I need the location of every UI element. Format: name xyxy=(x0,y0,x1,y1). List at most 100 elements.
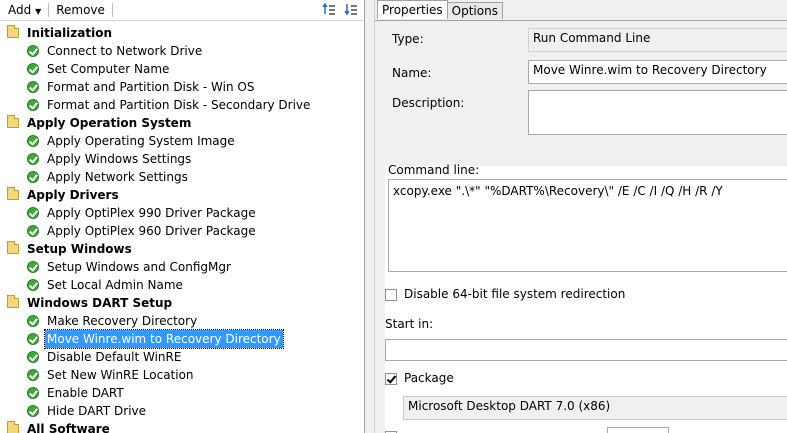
check-icon xyxy=(26,206,40,220)
tree-step-label: Apply Network Settings xyxy=(47,170,188,184)
type-value: Run Command Line xyxy=(528,28,787,52)
tree-step[interactable]: Set New WinRE Location xyxy=(0,366,364,384)
folder-icon xyxy=(6,421,20,433)
toolbar-separator xyxy=(111,3,113,17)
check-icon xyxy=(26,368,40,382)
move-up-icon[interactable] xyxy=(322,2,336,16)
disable-64bit-label: Disable 64-bit file system redirection xyxy=(404,287,626,301)
properties-pane: Properties Options Type: Run Command Lin… xyxy=(375,0,787,433)
tree-step-label: Set Computer Name xyxy=(47,62,170,76)
tree-step[interactable]: Set Computer Name xyxy=(0,60,364,78)
check-icon xyxy=(26,44,40,58)
caret-down-icon: ▼ xyxy=(35,7,42,16)
tab-properties[interactable]: Properties xyxy=(377,0,448,19)
tree-group-label: Windows DART Setup xyxy=(27,296,173,310)
tree-step-label: Apply OptiPlex 990 Driver Package xyxy=(47,206,256,220)
name-input[interactable]: Move Winre.wim to Recovery Directory xyxy=(528,60,787,84)
folder-icon xyxy=(6,115,20,130)
tree-group[interactable]: Setup Windows xyxy=(0,240,364,258)
check-icon xyxy=(26,404,40,418)
tree-step-label: Format and Partition Disk - Win OS xyxy=(47,80,255,94)
remove-button[interactable]: Remove xyxy=(52,1,109,19)
check-icon xyxy=(26,98,40,112)
task-sequence-pane: Add ▼ Remove Initialization Connect to Ne… xyxy=(0,0,365,433)
check-icon xyxy=(26,332,40,346)
folder-icon xyxy=(6,241,20,256)
description-input[interactable] xyxy=(528,90,787,135)
tree-step[interactable]: Connect to Network Drive xyxy=(0,42,364,60)
tree-step-label: Move Winre.wim to Recovery Directory xyxy=(44,329,284,349)
next-option-input[interactable] xyxy=(607,427,669,433)
tree-group-label: Setup Windows xyxy=(27,242,132,256)
pane-splitter[interactable] xyxy=(365,0,375,433)
tree-step[interactable]: Disable Default WinRE xyxy=(0,348,364,366)
tree-group[interactable]: Apply Drivers xyxy=(0,186,364,204)
check-icon xyxy=(26,350,40,364)
tree-step[interactable]: Format and Partition Disk - Secondary Dr… xyxy=(0,96,364,114)
folder-icon xyxy=(6,187,20,202)
tree-group-label: Initialization xyxy=(27,26,113,40)
tree-step-label: Apply Windows Settings xyxy=(47,152,192,166)
check-icon xyxy=(26,62,40,76)
left-gutter xyxy=(375,161,385,433)
package-label: Package xyxy=(404,371,454,385)
tree-step-label: Apply Operating System Image xyxy=(47,134,235,148)
folder-icon xyxy=(6,25,20,40)
tree-step-label: Disable Default WinRE xyxy=(47,350,182,364)
tree-step[interactable]: Apply Network Settings xyxy=(0,168,364,186)
check-icon xyxy=(26,134,40,148)
properties-panel: Type: Run Command Line Name: Move Winre.… xyxy=(375,20,787,433)
tree-group[interactable]: Initialization xyxy=(0,24,364,42)
check-icon xyxy=(26,152,40,166)
task-sequence-toolbar: Add ▼ Remove xyxy=(0,0,364,21)
tree-step-label: Make Recovery Directory xyxy=(47,314,198,328)
package-value: Microsoft Desktop DART 7.0 (x86) xyxy=(403,396,787,420)
check-icon xyxy=(26,80,40,94)
type-label: Type: xyxy=(392,32,424,46)
tab-options[interactable]: Options xyxy=(446,2,503,19)
check-icon xyxy=(26,260,40,274)
start-in-input[interactable] xyxy=(385,339,787,361)
tree-step[interactable]: Set Local Admin Name xyxy=(0,276,364,294)
package-checkbox[interactable] xyxy=(385,373,397,385)
add-button[interactable]: Add ▼ xyxy=(4,1,45,19)
tree-step-label: Connect to Network Drive xyxy=(47,44,203,58)
tree-step[interactable]: Setup Windows and ConfigMgr xyxy=(0,258,364,276)
description-label: Description: xyxy=(392,96,465,110)
tree-step[interactable]: Move Winre.wim to Recovery Directory xyxy=(0,329,364,349)
tree-step-label: Enable DART xyxy=(47,386,124,400)
tree-step[interactable]: Apply Windows Settings xyxy=(0,150,364,168)
tree-step[interactable]: Apply OptiPlex 990 Driver Package xyxy=(0,204,364,222)
tree-step[interactable]: Make Recovery Directory xyxy=(0,312,364,330)
check-icon xyxy=(26,314,40,328)
tree-step-label: Set Local Admin Name xyxy=(47,278,183,292)
disable-64bit-checkbox[interactable] xyxy=(385,289,397,301)
tree-step-label: Hide DART Drive xyxy=(47,404,147,418)
tree-step[interactable]: Format and Partition Disk - Win OS xyxy=(0,78,364,96)
task-sequence-tree: Initialization Connect to Network Drive Se… xyxy=(0,24,364,433)
tree-step[interactable]: Enable DART xyxy=(0,384,364,402)
tree-group-label: Apply Drivers xyxy=(27,188,119,202)
tree-group[interactable]: All Software xyxy=(0,420,364,433)
tree-group[interactable]: Windows DART Setup xyxy=(0,294,364,312)
check-icon xyxy=(26,278,40,292)
tree-step[interactable]: Hide DART Drive xyxy=(0,402,364,420)
tree-step-label: Setup Windows and ConfigMgr xyxy=(47,260,231,274)
add-label: Add xyxy=(8,3,32,17)
toolbar-separator xyxy=(48,3,50,17)
start-in-label: Start in: xyxy=(385,317,434,331)
tree-step[interactable]: Apply OptiPlex 960 Driver Package xyxy=(0,222,364,240)
command-line-input[interactable]: xcopy.exe ".\*" "%DART%\Recovery\" /E /C… xyxy=(388,179,787,272)
tree-step-label: Set New WinRE Location xyxy=(47,368,194,382)
check-icon xyxy=(26,224,40,238)
check-icon xyxy=(26,170,40,184)
tree-group[interactable]: Apply Operation System xyxy=(0,114,364,132)
tree-group-label: All Software xyxy=(27,422,110,433)
tree-step-label: Format and Partition Disk - Secondary Dr… xyxy=(47,98,311,112)
tree-step-label: Apply OptiPlex 960 Driver Package xyxy=(47,224,256,238)
tree-group-label: Apply Operation System xyxy=(27,116,192,130)
move-down-icon[interactable] xyxy=(344,2,358,16)
tree-step[interactable]: Apply Operating System Image xyxy=(0,132,364,150)
check-icon xyxy=(26,386,40,400)
folder-icon xyxy=(6,295,20,310)
